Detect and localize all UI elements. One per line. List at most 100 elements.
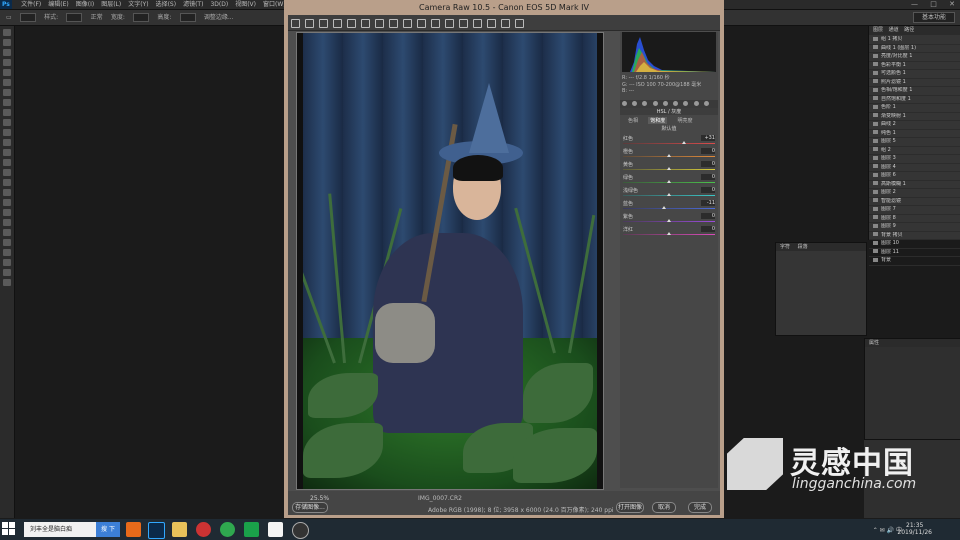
layer-row[interactable]: 图层 9 <box>869 223 960 232</box>
style-value[interactable]: 正常 <box>91 10 103 25</box>
layer-row[interactable]: 图层 2 <box>869 189 960 198</box>
photoshop-icon[interactable] <box>148 522 165 539</box>
tool-icon[interactable] <box>3 219 11 226</box>
eye-icon[interactable] <box>873 155 878 160</box>
tool-icon[interactable] <box>3 79 11 86</box>
workflow-options-link[interactable]: Adobe RGB (1998); 8 位; 3958 x 6000 (24.0… <box>428 505 614 514</box>
tool-icon[interactable] <box>3 119 11 126</box>
tab-layers[interactable]: 图层 <box>873 27 883 33</box>
app-icon[interactable] <box>126 522 141 537</box>
zoom-level[interactable]: 25.5% <box>310 495 329 502</box>
cr-tool-icon[interactable] <box>333 19 342 28</box>
clock[interactable]: 21:35 2019/11/26 <box>897 522 932 536</box>
slider-value[interactable]: 0 <box>701 161 715 167</box>
slider-value[interactable]: +31 <box>701 135 715 141</box>
slider-handle[interactable] <box>667 193 671 196</box>
eye-icon[interactable] <box>873 87 878 92</box>
cr-tool-icon[interactable] <box>459 19 468 28</box>
layer-row[interactable]: 高斯模糊 1 <box>869 181 960 189</box>
app-icon[interactable] <box>196 522 211 537</box>
menu-item[interactable]: 文件(F) <box>21 0 41 9</box>
eye-icon[interactable] <box>873 53 878 58</box>
tool-icon[interactable] <box>3 29 11 36</box>
slider-handle[interactable] <box>667 167 671 170</box>
hsl-slider[interactable]: 紫色 0 <box>620 213 718 226</box>
slider-value[interactable]: 0 <box>701 213 715 219</box>
feather-field[interactable] <box>19 12 36 22</box>
hsl-slider[interactable]: 黄色 0 <box>620 161 718 174</box>
cr-tool-icon[interactable] <box>375 19 384 28</box>
eye-icon[interactable] <box>873 121 878 126</box>
tool-icon[interactable] <box>3 89 11 96</box>
close-button[interactable]: ✕ <box>949 0 955 8</box>
tool-icon[interactable] <box>3 179 11 186</box>
layer-row[interactable]: 背景 <box>869 257 960 266</box>
tool-icon[interactable] <box>3 279 11 286</box>
save-image-button[interactable]: 存储图像... <box>292 502 328 513</box>
layer-row[interactable]: 组 2 <box>869 147 960 155</box>
cr-tool-icon[interactable] <box>417 19 426 28</box>
tool-icon[interactable] <box>3 169 11 176</box>
minimize-button[interactable]: — <box>911 0 918 8</box>
presets-icon[interactable] <box>703 101 709 106</box>
tool-icon[interactable] <box>3 139 11 146</box>
eye-icon[interactable] <box>873 172 878 177</box>
cr-tool-icon[interactable] <box>305 19 314 28</box>
slider-value[interactable]: 0 <box>701 174 715 180</box>
layer-row[interactable]: 图层 11 <box>869 249 960 257</box>
menu-item[interactable]: 图像(I) <box>76 0 94 9</box>
slider-value[interactable]: 0 <box>701 187 715 193</box>
slider-handle[interactable] <box>681 141 686 144</box>
eye-icon[interactable] <box>873 36 878 41</box>
eye-icon[interactable] <box>873 104 878 109</box>
basic-panel-icon[interactable] <box>622 101 627 106</box>
eye-icon[interactable] <box>873 70 878 75</box>
cr-tool-icon[interactable] <box>389 19 398 28</box>
style-select[interactable] <box>66 12 83 22</box>
cr-tool-icon[interactable] <box>347 19 356 28</box>
slider-value[interactable]: 0 <box>701 148 715 154</box>
eye-icon[interactable] <box>873 164 878 168</box>
cr-tool-icon[interactable] <box>445 19 454 28</box>
tool-icon[interactable] <box>3 159 11 166</box>
tool-icon[interactable] <box>3 209 11 216</box>
menu-item[interactable]: 3D(D) <box>210 0 228 9</box>
tool-icon[interactable] <box>3 249 11 256</box>
cr-tool-icon[interactable] <box>473 19 482 28</box>
eye-icon[interactable] <box>873 249 878 253</box>
layer-row[interactable]: 组 1 拷贝 <box>869 36 960 45</box>
eye-icon[interactable] <box>873 45 878 49</box>
menu-item[interactable]: 窗口(W) <box>263 0 286 9</box>
eye-icon[interactable] <box>873 257 878 262</box>
effects-icon[interactable] <box>683 101 689 106</box>
slider-value[interactable]: 0 <box>701 226 715 232</box>
layer-row[interactable]: 渐变映射 1 <box>869 113 960 121</box>
eye-icon[interactable] <box>873 223 878 228</box>
tab-hue[interactable]: 色相 <box>626 117 640 124</box>
slider-handle[interactable] <box>667 154 671 157</box>
cr-tool-icon[interactable] <box>319 19 328 28</box>
hsl-slider[interactable]: 洋红 0 <box>620 226 718 239</box>
layer-row[interactable]: 图层 5 <box>869 138 960 147</box>
tool-icon[interactable] <box>3 59 11 66</box>
layer-row[interactable]: 色相/饱和度 1 <box>869 87 960 96</box>
tool-icon[interactable] <box>3 109 11 116</box>
search-input[interactable]: 刘丰全是脑白痴 <box>24 522 100 537</box>
menu-item[interactable]: 文字(Y) <box>128 0 148 9</box>
layer-row[interactable]: 图层 8 <box>869 215 960 223</box>
image-preview[interactable] <box>296 32 604 490</box>
layer-row[interactable]: 图层 10 <box>869 240 960 249</box>
layer-row[interactable]: 智能滤镜 <box>869 198 960 206</box>
layer-row[interactable]: 图层 3 <box>869 155 960 164</box>
marquee-tool-icon[interactable]: ▭ <box>6 10 12 25</box>
cr-tool-icon[interactable] <box>501 19 510 28</box>
search-button[interactable]: 搜 下 <box>96 522 120 537</box>
eye-icon[interactable] <box>873 206 878 211</box>
lens-icon[interactable] <box>673 101 679 106</box>
layer-row[interactable]: 图层 4 <box>869 164 960 172</box>
detail-icon[interactable] <box>642 101 648 106</box>
app-icon[interactable] <box>268 522 283 537</box>
eye-icon[interactable] <box>873 189 878 194</box>
cr-tool-icon[interactable] <box>291 19 300 28</box>
cancel-button[interactable]: 取消 <box>652 502 676 513</box>
